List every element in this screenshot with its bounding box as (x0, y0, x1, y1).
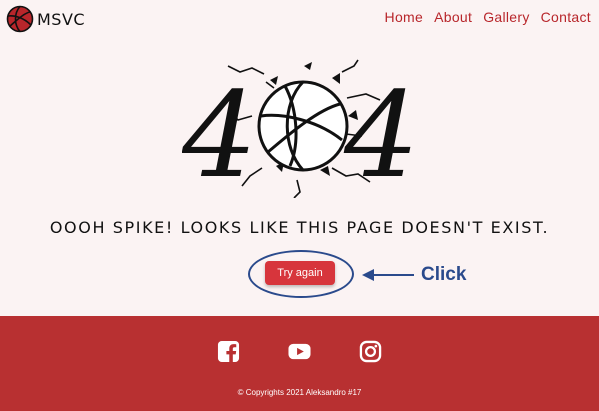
click-annotation: Click (421, 264, 467, 285)
youtube-icon[interactable] (288, 340, 311, 363)
volleyball-icon (257, 80, 349, 172)
try-again-highlight: Try again (248, 250, 354, 298)
error-404-illustration: 4 4 (182, 58, 420, 198)
site-header: MSVC Home About Gallery Contact (0, 0, 599, 36)
main-nav: Home About Gallery Contact (385, 9, 591, 25)
instagram-icon[interactable] (359, 340, 382, 363)
nav-about-link[interactable]: About (434, 9, 472, 25)
try-again-button[interactable]: Try again (265, 261, 335, 285)
nav-gallery-link[interactable]: Gallery (483, 9, 529, 25)
brand-name: MSVC (37, 9, 86, 29)
nav-contact-link[interactable]: Contact (541, 9, 591, 25)
arrow-left-icon (362, 269, 414, 281)
logo[interactable]: MSVC (6, 5, 85, 33)
nav-home-link[interactable]: Home (385, 9, 424, 25)
volleyball-logo-icon (6, 5, 34, 33)
site-footer: © Copyrights 2021 Aleksandro #17 (0, 316, 599, 411)
error-message: Oooh spike! Looks like this page doesn't… (49, 218, 550, 237)
copyright-text: © Copyrights 2021 Aleksandro #17 (237, 388, 362, 397)
digit-right: 4 (343, 66, 419, 198)
digit-left: 4 (182, 66, 257, 198)
social-links (0, 340, 599, 363)
facebook-icon[interactable] (217, 340, 240, 363)
